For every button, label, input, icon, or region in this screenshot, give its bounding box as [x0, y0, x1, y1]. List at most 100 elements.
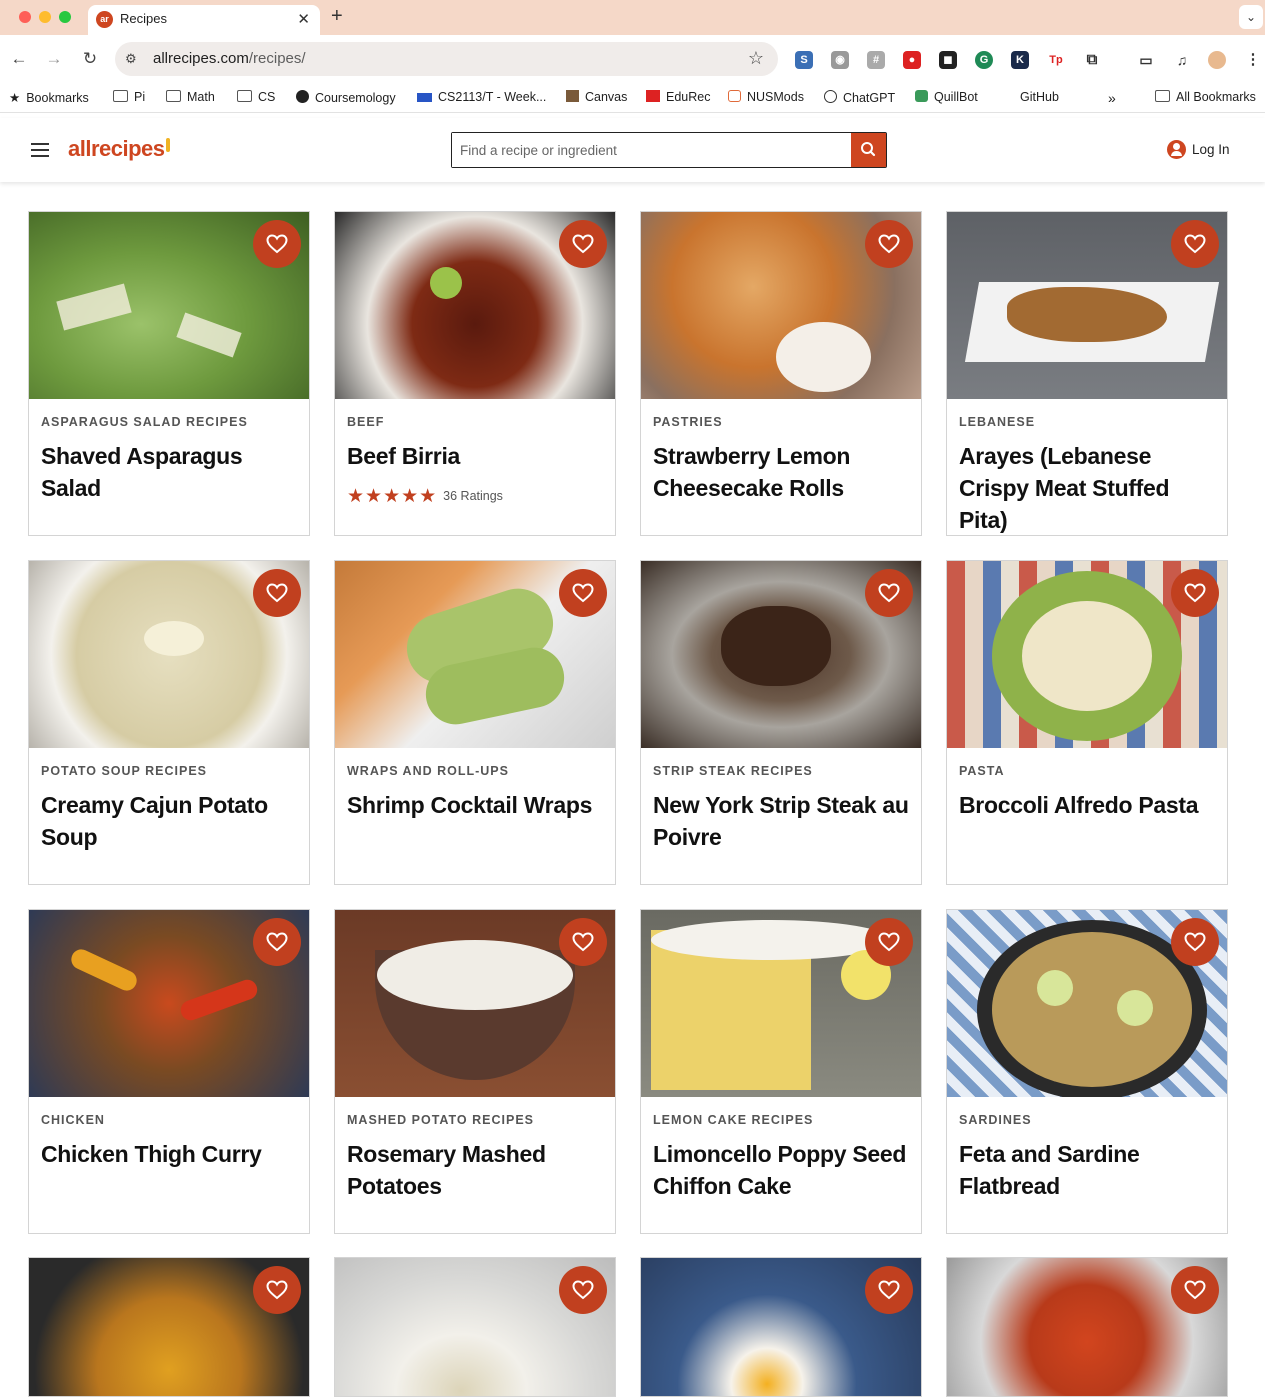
hamburger-menu-icon[interactable] — [31, 143, 49, 157]
save-recipe-button[interactable] — [1171, 1266, 1219, 1314]
recipe-card[interactable] — [640, 1257, 922, 1397]
bookmarks-overflow-chevron-icon[interactable]: » — [1108, 90, 1116, 106]
media-control-icon[interactable]: ♫ — [1173, 51, 1191, 69]
recipe-title[interactable]: Feta and Sardine Flatbread — [959, 1138, 1221, 1202]
recipe-card[interactable] — [28, 1257, 310, 1397]
recipe-card[interactable]: PASTRIES Strawberry Lemon Cheesecake Rol… — [640, 211, 922, 536]
window-close-button[interactable] — [19, 11, 31, 23]
address-bar[interactable]: ⚙ allrecipes.com/recipes/ ☆ — [115, 42, 778, 76]
extensions-puzzle-icon[interactable]: ⧉ — [1083, 51, 1101, 69]
save-recipe-button[interactable] — [865, 1266, 913, 1314]
recipe-card[interactable]: CHICKEN Chicken Thigh Curry — [28, 909, 310, 1234]
recipe-title[interactable]: Shrimp Cocktail Wraps — [347, 789, 609, 821]
save-recipe-button[interactable] — [1171, 220, 1219, 268]
recipe-card[interactable]: ASPARAGUS SALAD RECIPES Shaved Asparagus… — [28, 211, 310, 536]
recipe-card[interactable]: MASHED POTATO RECIPES Rosemary Mashed Po… — [334, 909, 616, 1234]
reload-icon[interactable]: ↻ — [79, 49, 101, 69]
recipe-title[interactable]: Rosemary Mashed Potatoes — [347, 1138, 609, 1202]
bookmark-canvas[interactable]: Canvas — [566, 90, 627, 104]
search-button[interactable] — [851, 133, 886, 167]
adblock-icon[interactable]: ● — [903, 51, 921, 69]
save-recipe-button[interactable] — [865, 918, 913, 966]
recipe-category[interactable]: PASTRIES — [653, 415, 723, 429]
recipe-card[interactable]: BEEF Beef Birria ★★★★★ 36 Ratings — [334, 211, 616, 536]
recipe-card[interactable]: SARDINES Feta and Sardine Flatbread — [946, 909, 1228, 1234]
save-recipe-button[interactable] — [559, 918, 607, 966]
bookmark-quillbot[interactable]: QuillBot — [915, 90, 978, 104]
grammarly-icon[interactable]: G — [975, 51, 993, 69]
extension-glasses-icon[interactable]: ◼ — [939, 51, 957, 69]
bookmark-cs2113[interactable]: CS2113/T - Week... — [417, 90, 546, 104]
recipe-title[interactable]: Chicken Thigh Curry — [41, 1138, 303, 1170]
address-url[interactable]: allrecipes.com/recipes/ — [153, 50, 306, 67]
recipe-title[interactable]: New York Strip Steak au Poivre — [653, 789, 915, 853]
recipe-title[interactable]: Limoncello Poppy Seed Chiffon Cake — [653, 1138, 915, 1202]
bookmark-chatgpt[interactable]: ChatGPT — [824, 90, 895, 105]
save-recipe-button[interactable] — [1171, 918, 1219, 966]
save-recipe-button[interactable] — [253, 918, 301, 966]
recipe-card[interactable]: WRAPS AND ROLL-UPS Shrimp Cocktail Wraps — [334, 560, 616, 885]
bookmark-cs[interactable]: CS — [237, 90, 275, 104]
recipe-card[interactable]: STRIP STEAK RECIPES New York Strip Steak… — [640, 560, 922, 885]
tab-close-icon[interactable]: ✕ — [297, 10, 310, 28]
recipe-card[interactable] — [946, 1257, 1228, 1397]
recipe-category[interactable]: SARDINES — [959, 1113, 1032, 1127]
site-settings-icon[interactable]: ⚙ — [125, 51, 137, 67]
forward-arrow-icon[interactable]: → — [43, 49, 65, 69]
recipe-title[interactable]: Beef Birria — [347, 440, 609, 472]
profile-avatar[interactable] — [1208, 51, 1226, 69]
recipe-title[interactable]: Shaved Asparagus Salad — [41, 440, 303, 504]
tab-search-chevron-icon[interactable]: ⌄ — [1239, 5, 1263, 29]
recipe-category[interactable]: LEMON CAKE RECIPES — [653, 1113, 813, 1127]
recipe-title[interactable]: Arayes (Lebanese Crispy Meat Stuffed Pit… — [959, 440, 1221, 535]
bookmark-nusmods[interactable]: NUSMods — [728, 90, 804, 104]
bookmark-bookmarks[interactable]: ★ Bookmarks — [9, 90, 89, 105]
recipe-card[interactable]: LEMON CAKE RECIPES Limoncello Poppy Seed… — [640, 909, 922, 1234]
recipe-category[interactable]: STRIP STEAK RECIPES — [653, 764, 813, 778]
camera-extension-icon[interactable]: ◉ — [831, 51, 849, 69]
recipe-card[interactable] — [334, 1257, 616, 1397]
browser-tab[interactable]: ar Recipes ✕ — [88, 5, 320, 35]
save-recipe-button[interactable] — [559, 220, 607, 268]
save-recipe-button[interactable] — [559, 1266, 607, 1314]
recipe-category[interactable]: MASHED POTATO RECIPES — [347, 1113, 534, 1127]
extension-k-icon[interactable]: K — [1011, 51, 1029, 69]
extension-tp-icon[interactable]: Tp — [1047, 51, 1065, 69]
cast-icon[interactable]: ▭ — [1137, 51, 1155, 69]
bookmark-github[interactable]: GitHub — [1020, 90, 1059, 104]
extension-grey-icon[interactable]: # — [867, 51, 885, 69]
browser-menu-icon[interactable]: ⋮ — [1244, 51, 1262, 69]
recipe-title[interactable]: Creamy Cajun Potato Soup — [41, 789, 303, 853]
recipe-category[interactable]: ASPARAGUS SALAD RECIPES — [41, 415, 248, 429]
save-recipe-button[interactable] — [253, 1266, 301, 1314]
recipe-title[interactable]: Broccoli Alfredo Pasta — [959, 789, 1221, 821]
save-recipe-button[interactable] — [559, 569, 607, 617]
back-arrow-icon[interactable]: ← — [8, 49, 30, 69]
save-recipe-button[interactable] — [1171, 569, 1219, 617]
save-recipe-button[interactable] — [865, 220, 913, 268]
new-tab-icon[interactable]: + — [331, 5, 343, 28]
recipe-category[interactable]: POTATO SOUP RECIPES — [41, 764, 207, 778]
recipe-card[interactable]: LEBANESE Arayes (Lebanese Crispy Meat St… — [946, 211, 1228, 536]
bookmark-math[interactable]: Math — [166, 90, 215, 104]
bookmark-star-icon[interactable]: ☆ — [748, 48, 764, 69]
recipe-category[interactable]: LEBANESE — [959, 415, 1035, 429]
extension-s-icon[interactable]: S — [795, 51, 813, 69]
allrecipes-logo[interactable]: allrecipes — [68, 136, 170, 162]
recipe-category[interactable]: BEEF — [347, 415, 384, 429]
window-minimize-button[interactable] — [39, 11, 51, 23]
recipe-card[interactable]: PASTA Broccoli Alfredo Pasta — [946, 560, 1228, 885]
search-input[interactable] — [452, 133, 850, 167]
login-link[interactable]: Log In — [1167, 140, 1230, 159]
recipe-category[interactable]: WRAPS AND ROLL-UPS — [347, 764, 509, 778]
bookmark-all-bookmarks[interactable]: All Bookmarks — [1155, 90, 1256, 104]
save-recipe-button[interactable] — [865, 569, 913, 617]
save-recipe-button[interactable] — [253, 220, 301, 268]
window-zoom-button[interactable] — [59, 11, 71, 23]
bookmark-edurec[interactable]: EduRec — [646, 90, 710, 104]
recipe-category[interactable]: PASTA — [959, 764, 1005, 778]
bookmark-pi[interactable]: Pi — [113, 90, 145, 104]
recipe-category[interactable]: CHICKEN — [41, 1113, 105, 1127]
recipe-title[interactable]: Strawberry Lemon Cheesecake Rolls — [653, 440, 915, 504]
recipe-card[interactable]: POTATO SOUP RECIPES Creamy Cajun Potato … — [28, 560, 310, 885]
